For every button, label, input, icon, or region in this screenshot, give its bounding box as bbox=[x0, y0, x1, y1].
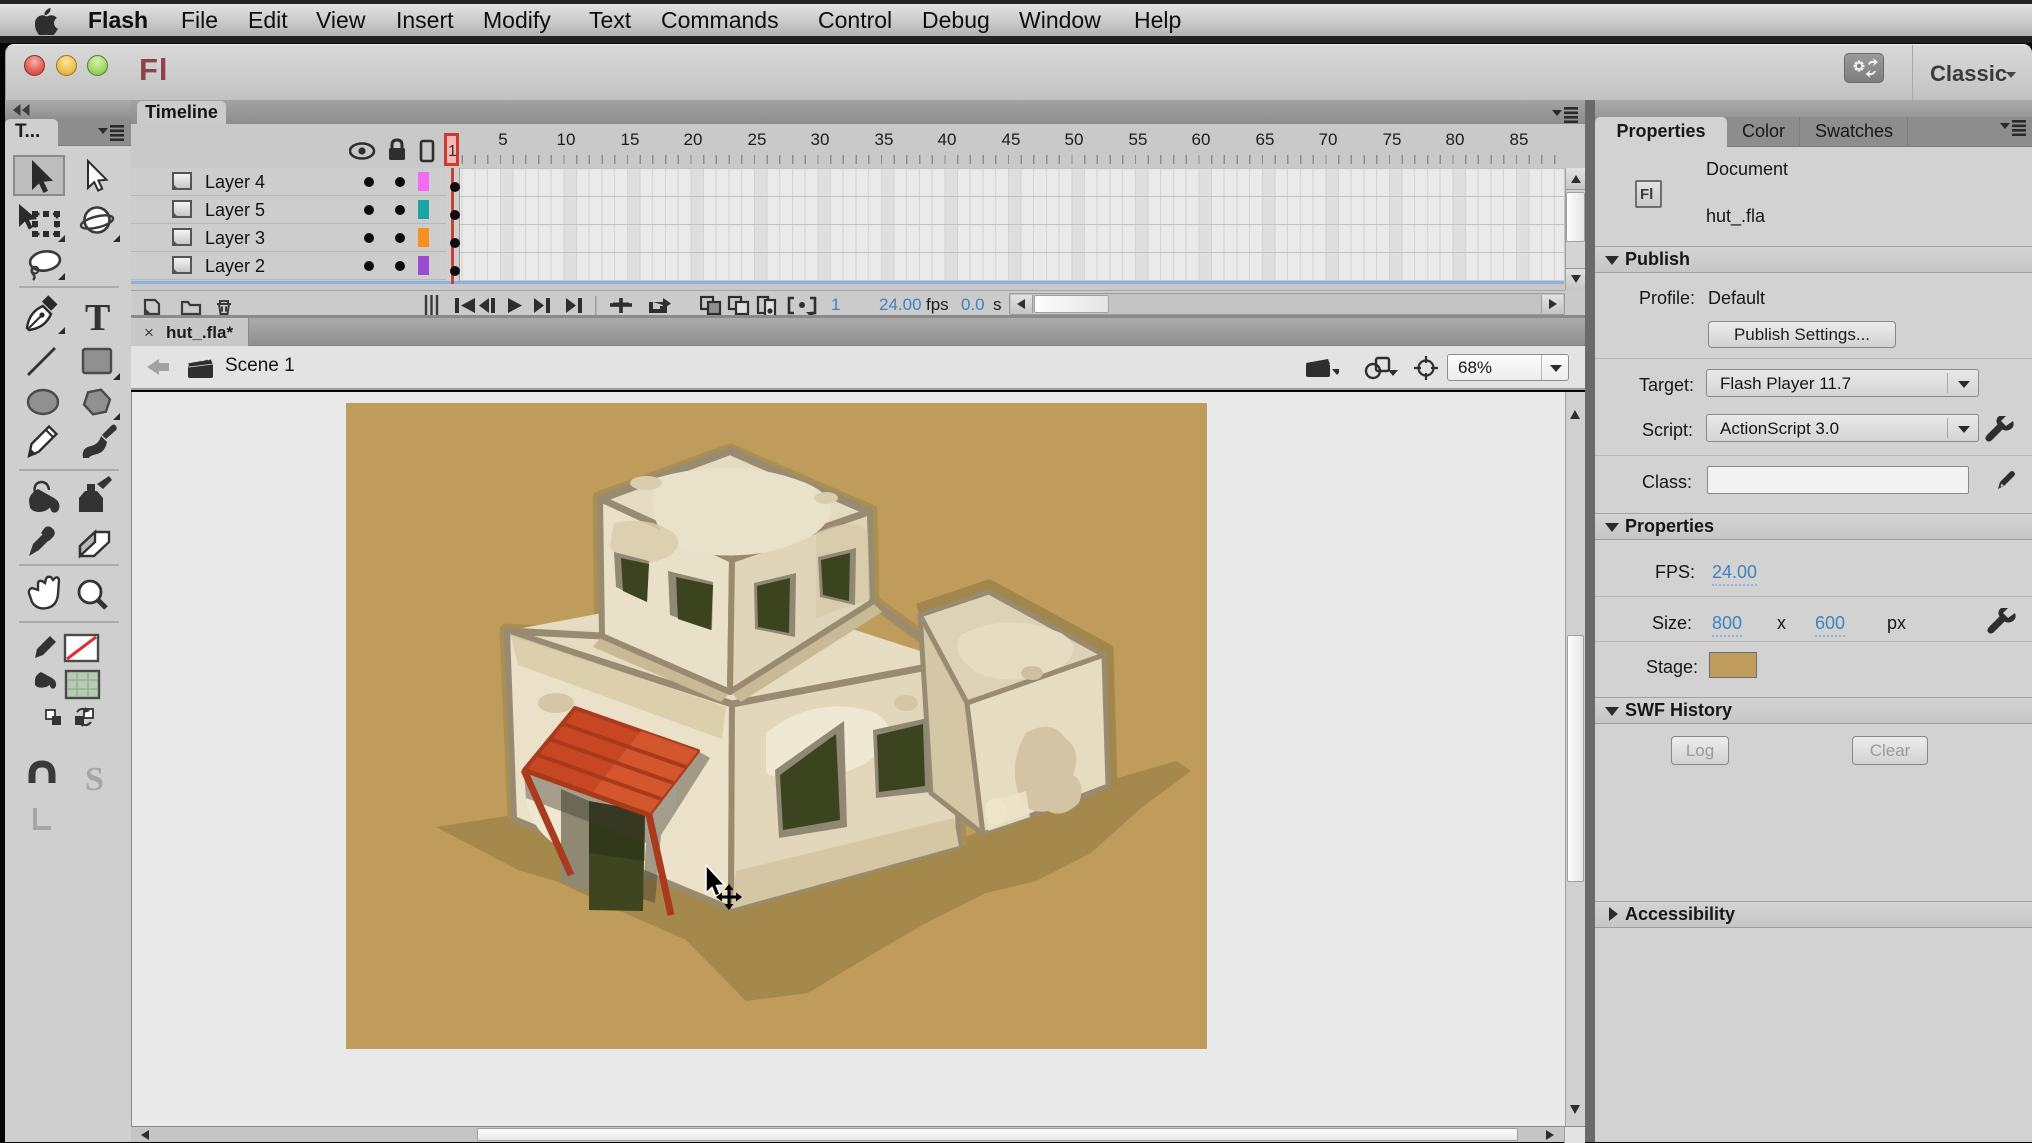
svg-text:S: S bbox=[85, 761, 104, 798]
svg-text:T: T bbox=[85, 297, 110, 339]
